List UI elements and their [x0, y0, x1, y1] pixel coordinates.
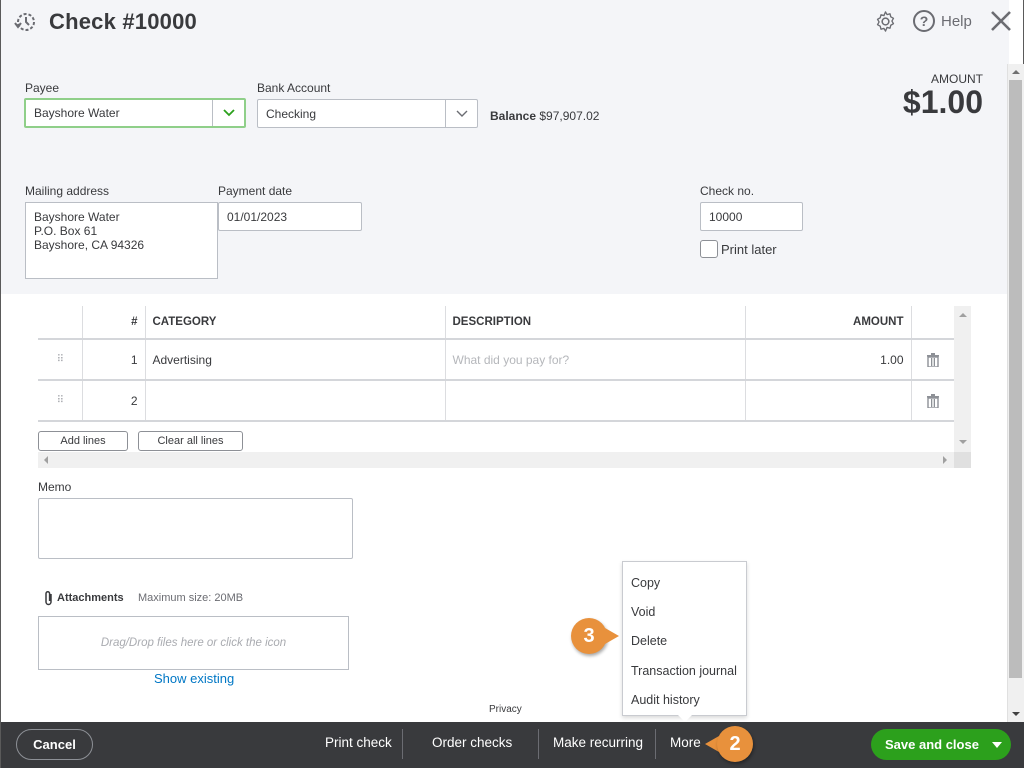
memo-label: Memo — [38, 480, 72, 494]
payee-value: Bayshore Water — [34, 106, 120, 120]
drag-handle-icon[interactable]: ⠿ — [38, 339, 82, 381]
print-check-button[interactable]: Print check — [325, 735, 392, 750]
callout-step-2: 2 — [705, 726, 753, 762]
delete-row-button[interactable] — [910, 339, 954, 381]
category-details-table: # CATEGORY DESCRIPTION AMOUNT ⠿ 1 Advert… — [38, 306, 954, 422]
bank-account-value: Checking — [266, 106, 317, 121]
description-cell[interactable] — [444, 380, 745, 422]
main-scrollbar-thumb[interactable] — [1009, 80, 1022, 678]
help-icon: ? — [913, 10, 935, 32]
amount-cell[interactable] — [744, 380, 911, 422]
column-header-number: # — [81, 306, 145, 340]
trash-icon — [926, 352, 939, 367]
menu-pointer — [678, 715, 692, 722]
payee-label: Payee — [25, 81, 60, 95]
payment-date-label: Payment date — [218, 184, 293, 198]
scroll-down-arrow-icon[interactable] — [959, 440, 967, 444]
gear-icon[interactable] — [874, 10, 897, 33]
save-and-close-button[interactable]: Save and close — [871, 729, 1011, 760]
drag-handle-icon[interactable]: ⠿ — [38, 380, 82, 422]
more-button[interactable]: More — [670, 735, 701, 750]
attachments-max-size: Maximum size: 20MB — [138, 592, 244, 604]
bank-account-label: Bank Account — [257, 81, 331, 95]
cancel-button[interactable]: Cancel — [16, 729, 93, 760]
bank-balance: Balance $97,907.02 — [490, 109, 599, 123]
help-label: Help — [941, 12, 972, 30]
category-cell[interactable] — [144, 380, 445, 422]
description-cell[interactable]: What did you pay for? — [444, 339, 745, 381]
table-row[interactable]: ⠿ 2 — [38, 380, 954, 422]
menu-item-void[interactable]: Void — [623, 597, 746, 626]
memo-textarea[interactable] — [38, 498, 353, 559]
make-recurring-button[interactable]: Make recurring — [553, 735, 643, 750]
category-cell[interactable]: Advertising — [144, 339, 445, 381]
trash-icon — [926, 393, 939, 408]
column-header-amount: AMOUNT — [744, 306, 911, 340]
scrollbar-corner — [954, 452, 971, 468]
menu-item-audit-history[interactable]: Audit history — [623, 686, 746, 715]
callout-pointer — [605, 628, 619, 644]
mailing-address-label: Mailing address — [25, 184, 110, 198]
row-number: 1 — [81, 339, 145, 381]
amount-total: $1.00 — [902, 84, 983, 120]
recent-transactions-icon[interactable] — [13, 10, 37, 34]
menu-item-copy[interactable]: Copy — [623, 568, 746, 597]
delete-row-button[interactable] — [910, 380, 954, 422]
scroll-up-arrow-icon[interactable] — [1012, 70, 1020, 74]
mailing-address-field[interactable]: Bayshore Water P.O. Box 61 Bayshore, CA … — [25, 202, 218, 279]
column-header-category: CATEGORY — [144, 306, 445, 340]
menu-item-delete[interactable]: Delete — [623, 627, 746, 656]
table-vertical-scrollbar[interactable] — [954, 306, 971, 452]
amount-cell[interactable]: 1.00 — [744, 339, 911, 381]
scroll-right-arrow-icon[interactable] — [943, 456, 947, 464]
page-title: Check #10000 — [49, 9, 197, 34]
add-lines-button[interactable]: Add lines — [38, 431, 128, 451]
column-header-drag — [38, 306, 82, 340]
show-existing-link[interactable]: Show existing — [154, 671, 234, 686]
print-later-label: Print later — [721, 241, 777, 257]
check-no-input[interactable]: 10000 — [700, 202, 803, 231]
scroll-left-arrow-icon[interactable] — [44, 456, 48, 464]
scroll-down-arrow-icon[interactable] — [1012, 712, 1020, 716]
row-number: 2 — [81, 380, 145, 422]
column-header-actions — [910, 306, 954, 340]
column-header-description: DESCRIPTION — [444, 306, 745, 340]
footer-divider — [402, 729, 403, 759]
print-later-checkbox[interactable] — [700, 240, 718, 258]
payment-date-input[interactable]: 01/01/2023 — [218, 202, 362, 231]
attachments-header[interactable]: Attachments — [43, 590, 124, 606]
privacy-link[interactable]: Privacy — [489, 704, 522, 715]
balance-value: $97,907.02 — [539, 109, 600, 123]
caret-down-icon — [992, 741, 1002, 748]
table-horizontal-scrollbar[interactable] — [38, 452, 954, 468]
bank-account-select[interactable]: Checking — [257, 99, 478, 128]
chevron-down-icon[interactable] — [212, 100, 244, 126]
callout-badge: 3 — [571, 618, 607, 654]
payee-select[interactable]: Bayshore Water — [24, 98, 246, 128]
save-and-close-label: Save and close — [885, 737, 979, 752]
help-button[interactable]: ? Help — [913, 10, 972, 32]
check-no-label: Check no. — [700, 184, 755, 198]
save-options-dropdown[interactable] — [983, 741, 1011, 748]
attachments-label: Attachments — [57, 592, 124, 604]
more-menu: Copy Void Delete Transaction journal Aud… — [622, 561, 747, 716]
callout-step-3: 3 — [571, 618, 619, 654]
footer-divider — [538, 729, 539, 759]
close-icon[interactable] — [989, 9, 1013, 33]
table-row[interactable]: ⠿ 1 Advertising What did you pay for? 1.… — [38, 339, 954, 381]
menu-item-transaction-journal[interactable]: Transaction journal — [623, 656, 746, 685]
clear-all-lines-button[interactable]: Clear all lines — [138, 431, 243, 451]
print-later-toggle[interactable]: Print later — [700, 240, 777, 258]
balance-label: Balance — [490, 109, 537, 123]
paperclip-icon — [45, 590, 52, 606]
callout-badge: 2 — [717, 726, 753, 762]
attachments-dropzone[interactable]: Drag/Drop files here or click the icon — [38, 616, 349, 670]
table-header-row: # CATEGORY DESCRIPTION AMOUNT — [38, 306, 954, 340]
footer-divider — [655, 729, 656, 759]
chevron-down-icon[interactable] — [445, 100, 477, 127]
scroll-up-arrow-icon[interactable] — [959, 313, 967, 317]
order-checks-button[interactable]: Order checks — [432, 735, 512, 750]
